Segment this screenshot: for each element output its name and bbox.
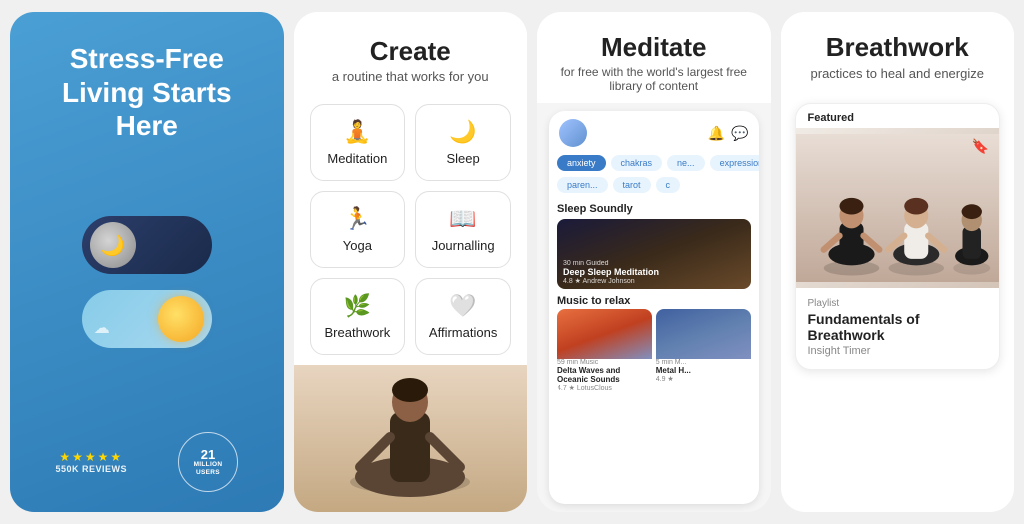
track3-card[interactable]: 5 min M... Metal H... 4.9 ★ — [656, 309, 751, 392]
sleep-track-name: Deep Sleep Meditation — [563, 267, 659, 277]
sun-knob — [158, 296, 204, 342]
card-meditate: Meditate for free with the world's large… — [537, 12, 771, 512]
reviews-section: ★★★★★ 550K REVIEWS — [55, 450, 127, 474]
grid-item-sleep[interactable]: 🌙 Sleep — [415, 104, 511, 181]
track2-thumbnail — [557, 309, 652, 359]
screen-icons: 🔔 💬 — [708, 125, 749, 142]
breathwork-label: Breathwork — [325, 325, 391, 340]
sleep-track-rating: 4.8 ★ Andrew Johnson — [563, 277, 659, 285]
million-label: MILLIONUSERS — [194, 461, 223, 477]
journalling-icon: 📖 — [449, 206, 476, 232]
track2-card[interactable]: 59 min Music Delta Waves and Oceanic Sou… — [557, 309, 652, 392]
tag-expression[interactable]: expression — [710, 155, 759, 171]
day-toggle[interactable]: ☁ — [82, 290, 212, 348]
bookmark-icon[interactable]: 🔖 — [972, 138, 989, 155]
toggles-area: · · · 🌙 ☁ — [30, 216, 264, 348]
screen-top-bar: 🔔 💬 — [549, 111, 759, 155]
tag-paren[interactable]: paren... — [557, 177, 608, 193]
users-badge: 21 MILLIONUSERS — [178, 432, 238, 492]
journalling-label: Journalling — [432, 238, 495, 253]
app-container: Stress-Free Living Starts Here · · · 🌙 ☁… — [0, 0, 1024, 524]
activity-grid: 🧘 Meditation 🌙 Sleep 🏃 Yoga 📖 Journallin… — [294, 94, 528, 365]
grid-item-journalling[interactable]: 📖 Journalling — [415, 191, 511, 268]
meditation-image-area — [294, 365, 528, 512]
tag-ne[interactable]: ne... — [667, 155, 705, 171]
card4-title: Breathwork — [801, 32, 995, 63]
cloud-decoration: ☁ — [94, 318, 110, 338]
tag-tarot[interactable]: tarot — [613, 177, 651, 193]
track3-thumbnail — [656, 309, 751, 359]
grid-item-breathwork[interactable]: 🌿 Breathwork — [310, 278, 406, 355]
grid-item-meditation[interactable]: 🧘 Meditation — [310, 104, 406, 181]
card1-footer: ★★★★★ 550K REVIEWS 21 MILLIONUSERS — [30, 422, 264, 492]
grid-item-yoga[interactable]: 🏃 Yoga — [310, 191, 406, 268]
breathwork-icon: 🌿 — [344, 293, 371, 319]
track3-name: Metal H... — [656, 366, 751, 375]
track2-name: Delta Waves and Oceanic Sounds — [557, 366, 652, 384]
featured-label: Featured — [796, 104, 1000, 128]
section-music-relax: Music to relax — [549, 291, 759, 309]
track2-rating: 4.7 ★ LotusClous — [557, 384, 652, 392]
tags-row-2: paren... tarot c — [549, 177, 759, 199]
card3-title: Meditate — [553, 32, 755, 63]
avatar — [559, 119, 587, 147]
moon-knob: 🌙 — [90, 222, 136, 268]
tag-chakras[interactable]: chakras — [611, 155, 663, 171]
meditation-icon: 🧘 — [344, 119, 371, 145]
card-create: Create a routine that works for you 🧘 Me… — [294, 12, 528, 512]
track2-duration: 59 min Music — [557, 359, 652, 366]
featured-card[interactable]: Featured — [795, 103, 1001, 370]
sleep-track-duration: 30 min Guided — [563, 260, 659, 267]
track3-duration: 5 min M... — [656, 359, 751, 366]
section-sleep-soundly: Sleep Soundly — [549, 199, 759, 217]
music-row: 59 min Music Delta Waves and Oceanic Sou… — [549, 309, 759, 398]
card-stress-free: Stress-Free Living Starts Here · · · 🌙 ☁… — [10, 12, 284, 512]
featured-image: 🔖 — [796, 128, 1000, 288]
sleep-label: Sleep — [447, 151, 480, 166]
card2-header: Create a routine that works for you — [294, 12, 528, 94]
stars-display: ★★★★★ — [55, 450, 127, 464]
card2-title: Create — [314, 36, 508, 67]
phone-screen: 🔔 💬 anxiety chakras ne... expression par… — [549, 111, 759, 504]
card3-subtitle: for free with the world's largest free l… — [553, 65, 755, 93]
track3-rating: 4.9 ★ — [656, 375, 751, 383]
yoga-icon: 🏃 — [344, 206, 371, 232]
meditation-person-svg — [330, 365, 490, 512]
tag-c[interactable]: c — [656, 177, 681, 193]
card1-title: Stress-Free Living Starts Here — [30, 42, 264, 143]
card-breathwork: Breathwork practices to heal and energiz… — [781, 12, 1015, 512]
card4-header: Breathwork practices to heal and energiz… — [781, 12, 1015, 93]
playlist-type: Playlist — [808, 298, 988, 309]
reviews-label: 550K REVIEWS — [55, 464, 127, 474]
yoga-label: Yoga — [343, 238, 372, 253]
card4-subtitle: practices to heal and energize — [801, 65, 995, 83]
featured-info: Playlist Fundamentals of Breathwork Insi… — [796, 288, 1000, 369]
tag-anxiety[interactable]: anxiety — [557, 155, 606, 171]
card2-subtitle: a routine that works for you — [314, 69, 508, 84]
grid-item-affirmations[interactable]: 🤍 Affirmations — [415, 278, 511, 355]
message-icon[interactable]: 💬 — [731, 125, 748, 142]
card3-header: Meditate for free with the world's large… — [537, 12, 771, 103]
sleep-soundly-card[interactable]: 30 min Guided Deep Sleep Meditation 4.8 … — [557, 219, 751, 289]
sleep-track-info: 30 min Guided Deep Sleep Meditation 4.8 … — [563, 260, 659, 285]
meditation-label: Meditation — [327, 151, 387, 166]
affirmations-icon: 🤍 — [449, 293, 476, 319]
yoga-people-svg — [796, 128, 1000, 288]
sleep-icon: 🌙 — [449, 119, 476, 145]
bell-icon[interactable]: 🔔 — [708, 125, 725, 142]
playlist-source: Insight Timer — [808, 345, 988, 357]
playlist-name: Fundamentals of Breathwork — [808, 311, 988, 343]
night-toggle[interactable]: · · · 🌙 — [82, 216, 212, 274]
tags-row: anxiety chakras ne... expression — [549, 155, 759, 177]
million-number: 21 — [201, 448, 215, 461]
affirmations-label: Affirmations — [429, 325, 497, 340]
